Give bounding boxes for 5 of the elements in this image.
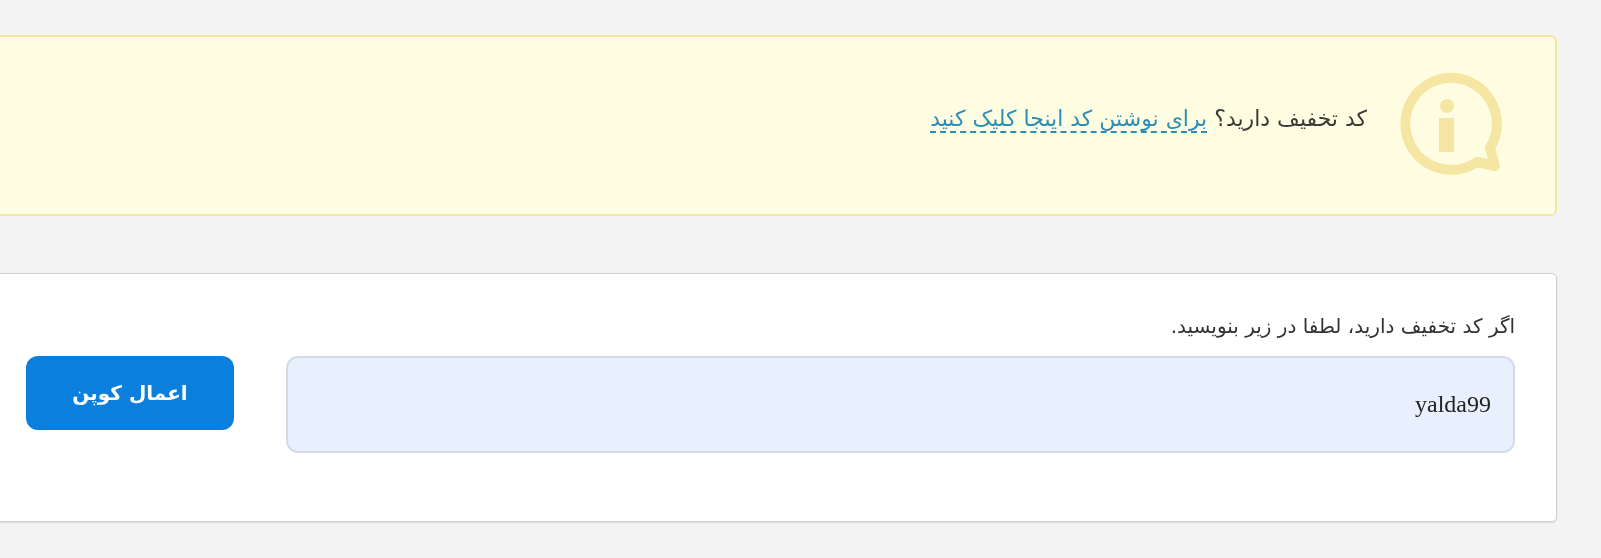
apply-coupon-button[interactable]: اعمال کوپن <box>26 356 234 430</box>
notice-text: کد تخفیف دارید؟ برای نوشتن کد اینجا کلیک کنید <box>930 105 1367 135</box>
enter-code-link[interactable]: برای نوشتن کد اینجا کلیک کنید <box>930 106 1208 134</box>
coupon-label: اگر کد تخفیف دارید، لطفا در زیر بنویسید. <box>1170 314 1515 338</box>
coupon-input[interactable]: yalda99 <box>286 356 1515 453</box>
